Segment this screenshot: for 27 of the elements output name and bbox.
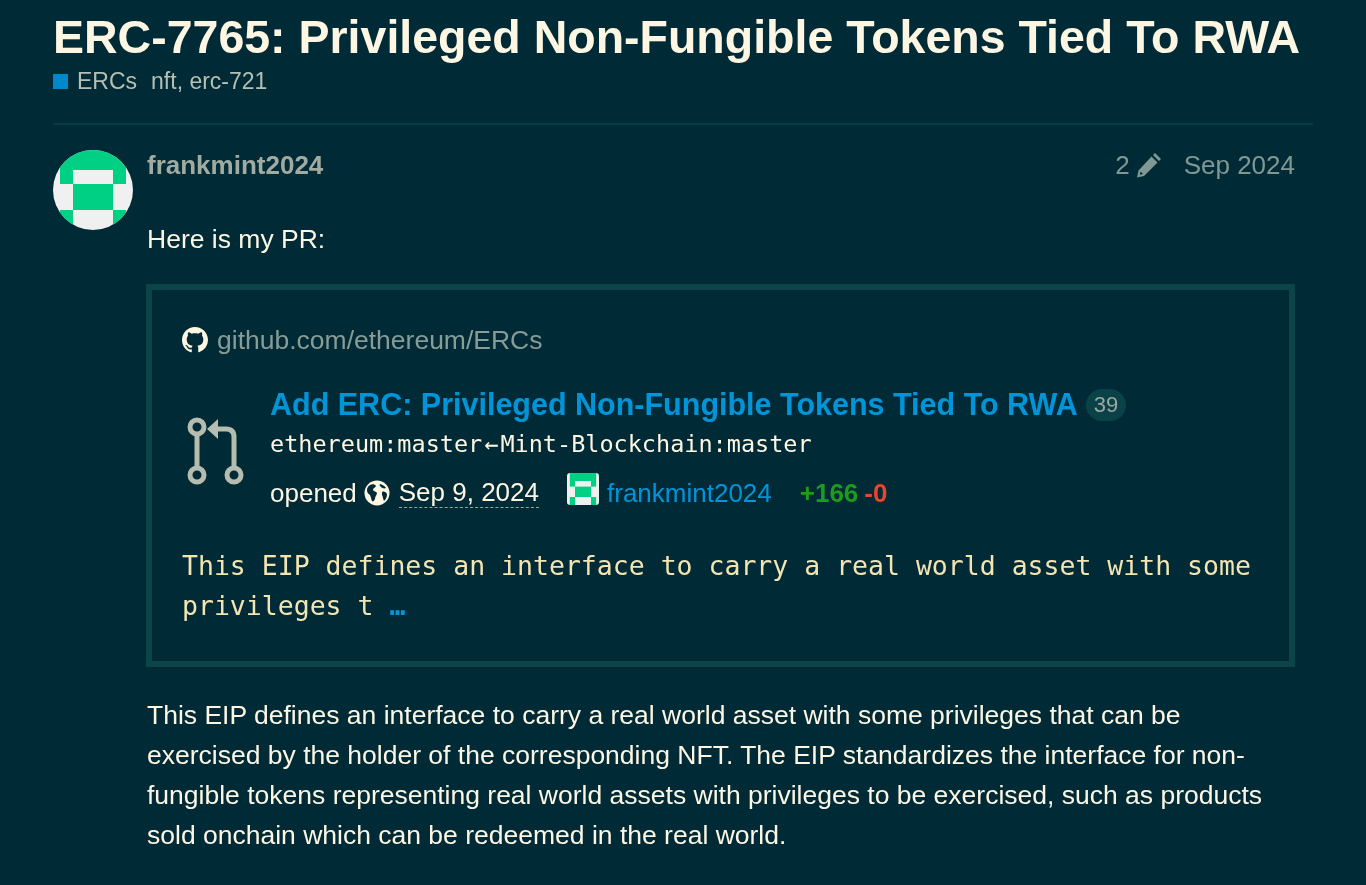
opened-date-link[interactable]: Sep 9, 2024 bbox=[398, 477, 539, 508]
pencil-icon bbox=[1135, 152, 1162, 178]
tag-list: nft, erc-721 bbox=[151, 67, 268, 95]
category-link[interactable]: ERCs bbox=[53, 67, 138, 95]
lines-added: +166 bbox=[799, 476, 859, 509]
base-branch-code: ethereum:master bbox=[270, 429, 483, 460]
head-branch-code: Mint-Blockchain:master bbox=[500, 429, 812, 460]
source-link[interactable]: github.com/ethereum/ERCs bbox=[217, 324, 543, 356]
pr-author-link[interactable]: frankmint2024 bbox=[607, 476, 772, 509]
opened-label: opened bbox=[270, 476, 357, 509]
cat-logo-icon bbox=[182, 327, 208, 353]
username-link[interactable]: frankmint2024 bbox=[147, 149, 324, 181]
comment-count-badge: 39 bbox=[1085, 388, 1127, 421]
category-square-icon bbox=[53, 73, 68, 89]
author-avatar-icon bbox=[567, 473, 599, 505]
merge-arrow: ← bbox=[484, 429, 499, 460]
post-body-text: This EIP defines an interface to carry a real world asset with some privileges that can be exercised by the holder of the corresponding NFT. The EIP standardizes the interface for non-fungible tokens representing real world assets with privileges to be exercised, such as products sold onchain which can be redeemed in the real world. bbox=[147, 699, 1264, 852]
topic-title: ERC-7765: Privileged Non-Fungible Tokens Tied To RWA bbox=[53, 11, 1302, 63]
read-more-link[interactable]: … bbox=[389, 590, 406, 621]
pull-request-title-link[interactable]: Add ERC: Privileged Non-Fungible Tokens Tied To RWA bbox=[270, 387, 1078, 422]
lines-removed: -0 bbox=[864, 476, 888, 509]
pull-request-icon bbox=[187, 416, 245, 485]
pr-excerpt: This EIP defines an interface to carry a real world asset with some privileges t … bbox=[182, 549, 1252, 623]
post-date-link[interactable]: Sep 2024 bbox=[1183, 149, 1295, 181]
post-intro-text: Here is my PR: bbox=[147, 223, 327, 256]
globe-icon bbox=[363, 479, 390, 506]
edit-history-button[interactable]: 2 bbox=[1115, 149, 1162, 181]
